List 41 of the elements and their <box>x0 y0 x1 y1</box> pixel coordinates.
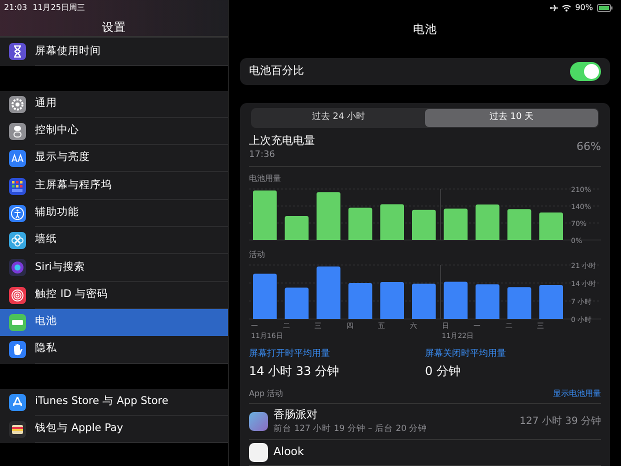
stat-value: 14 小时 33 分钟 <box>249 362 340 380</box>
sidebar-item[interactable]: 辅助功能 <box>0 200 228 228</box>
show-usage-link[interactable]: 显示电池用量 <box>553 388 601 400</box>
stat-label: 屏幕关闭时平均用量 <box>425 348 507 361</box>
page-title: 电池 <box>412 21 438 38</box>
app-icon <box>249 412 268 431</box>
stat-value: 0 分钟 <box>425 362 462 380</box>
sidebar-item[interactable]: 墙纸 <box>0 227 228 254</box>
sidebar-item[interactable]: 隐私 <box>0 336 228 364</box>
percentage-switch[interactable] <box>570 62 601 81</box>
last-charge-value: 66% <box>576 139 601 156</box>
sidebar-item[interactable]: 钱包与 Apple Pay <box>0 416 228 444</box>
sidebar-item[interactable]: 显示与亮度 <box>0 145 228 172</box>
sidebar-item[interactable]: iTunes Store 与 App Store <box>0 388 228 416</box>
sidebar-item[interactable]: 电池 <box>0 308 228 336</box>
sidebar-item[interactable]: 屏幕使用时间 <box>0 38 228 66</box>
status-time: 21:03 <box>4 2 28 14</box>
stat-label: 屏幕打开时平均用量 <box>249 348 331 361</box>
toggle-label: 电池百分比 <box>249 63 304 80</box>
battery-icon <box>597 4 613 12</box>
sidebar-title: 设置 <box>101 19 127 36</box>
sidebar-item[interactable]: 控制中心 <box>0 118 228 146</box>
wifi-icon <box>562 4 572 12</box>
app-name: 香肠派对 <box>274 406 318 422</box>
section-label: App 活动 <box>249 388 284 400</box>
sidebar-item[interactable]: 主屏幕与程序坞 <box>0 172 228 200</box>
chart-label: 活动 <box>249 248 266 260</box>
airplane-icon <box>550 4 558 12</box>
range-tab[interactable]: 过去 24 小时 <box>252 109 425 126</box>
app-icon <box>249 442 268 462</box>
range-tab[interactable]: 过去 10 天 <box>425 109 598 126</box>
sidebar-item[interactable]: Siri与搜索 <box>0 254 228 282</box>
app-name: Alook <box>274 444 305 460</box>
sidebar-item[interactable]: 通用 <box>0 90 228 118</box>
app-usage-time: 127 小时 39 分钟 <box>520 414 601 429</box>
status-date: 11月25日周三 <box>32 2 85 14</box>
chart-label: 电池用量 <box>249 172 282 184</box>
last-charge-time: 17:36 <box>249 149 276 162</box>
battery-percent: 90% <box>575 2 593 14</box>
last-charge-label: 上次充电电量 <box>249 132 315 148</box>
app-usage-detail: 前台 127 小时 19 分钟 – 后台 20 分钟 <box>274 423 428 436</box>
